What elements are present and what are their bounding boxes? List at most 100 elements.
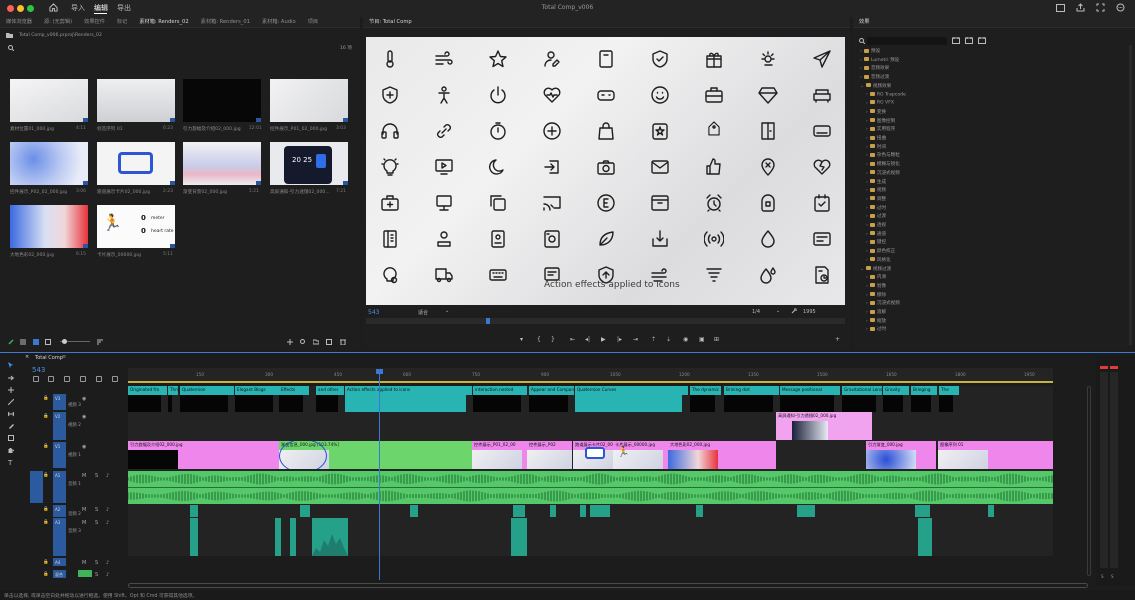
tab-5[interactable]: 素材箱: Renders_01	[195, 17, 256, 27]
a2-audio-clip[interactable]	[915, 505, 930, 517]
effect-item-9[interactable]: › 实用程序	[866, 126, 895, 132]
effect-item-18[interactable]: › 过时	[866, 205, 886, 211]
lock-icon[interactable]: 🔒	[43, 572, 49, 577]
v1-image-clip[interactable]: 引力旋幅及介绍02_000.jpg	[128, 441, 279, 469]
chevron-right-icon[interactable]: ›	[866, 127, 868, 132]
effect-item-2[interactable]: › 音频效果	[860, 65, 889, 71]
home-icon[interactable]	[49, 3, 58, 12]
icon-view-icon[interactable]	[33, 339, 39, 345]
thumbnail-6[interactable]	[183, 142, 261, 185]
tab-7[interactable]: 项目	[302, 17, 324, 27]
lock-icon[interactable]: 🔒	[43, 444, 49, 449]
in-point-icon[interactable]: {	[537, 336, 541, 343]
type-tool-icon[interactable]: T	[8, 459, 14, 467]
text-clip[interactable]: Effects	[279, 386, 309, 395]
chevron-right-icon[interactable]: ›	[866, 171, 868, 176]
effect-item-16[interactable]: › 视频	[866, 187, 886, 193]
effect-item-15[interactable]: › 生成	[866, 179, 886, 185]
effect-item-25[interactable]: ⌄ 视频过渡	[860, 266, 891, 272]
v1-image-clip[interactable]: 大地色彩02_000.jpg	[668, 441, 776, 469]
timeline-menu-icon[interactable]: ≡	[62, 354, 66, 360]
a2-audio-clip[interactable]	[580, 505, 586, 517]
effect-item-26[interactable]: › 内滑	[866, 274, 886, 280]
effect-item-30[interactable]: › 溶解	[866, 309, 886, 315]
chevron-right-icon[interactable]: ›	[866, 136, 868, 141]
tab-2[interactable]: 效果控件	[78, 17, 111, 27]
effect-item-31[interactable]: › 缩放	[866, 318, 886, 324]
thumbnail-8[interactable]	[10, 205, 88, 248]
thumbnail-2[interactable]	[183, 79, 261, 122]
close-window-button[interactable]	[7, 5, 14, 12]
mute-button[interactable]: M	[82, 507, 86, 513]
chevron-right-icon[interactable]: ›	[866, 214, 868, 219]
solo-button[interactable]: S	[95, 572, 98, 578]
thumbnail-0[interactable]	[10, 79, 88, 122]
chevron-right-icon[interactable]: ›	[866, 223, 868, 228]
freeform-view-icon[interactable]	[45, 339, 51, 345]
text-clip[interactable]: Quaternion	[180, 386, 234, 395]
sort-icon[interactable]	[97, 339, 103, 345]
new-bin-icon[interactable]	[313, 339, 319, 345]
mute-button[interactable]: M	[82, 560, 86, 566]
chevron-right-icon[interactable]: ›	[866, 284, 868, 289]
v1-image-clip[interactable]: 引力渐变_000.jpg	[866, 441, 936, 469]
yuv-filter-icon[interactable]	[978, 37, 986, 44]
mic-icon[interactable]: ♪	[106, 572, 109, 578]
new-item-icon[interactable]	[326, 339, 332, 345]
a3-audio-clip[interactable]	[290, 518, 296, 556]
go-in-icon[interactable]: ⇤	[570, 336, 575, 343]
effect-item-24[interactable]: › 风格化	[866, 257, 891, 263]
lock-icon[interactable]: 🔒	[43, 414, 49, 419]
resolution-chevron-icon[interactable]: ⌄	[776, 308, 780, 314]
source-patch-a1[interactable]	[30, 471, 43, 503]
snap-icon[interactable]	[33, 376, 39, 382]
effect-item-11[interactable]: › 时间	[866, 144, 886, 150]
chevron-right-icon[interactable]: ›	[866, 153, 868, 158]
step-fwd-icon[interactable]: |▸	[617, 336, 622, 343]
chevron-right-icon[interactable]: ›	[866, 319, 868, 324]
a2-audio-clip[interactable]	[696, 505, 703, 517]
text-clip[interactable]: The dynamic	[690, 386, 721, 395]
out-point-icon[interactable]: }	[551, 336, 555, 343]
razor-tool-icon[interactable]	[8, 399, 14, 405]
solo-button[interactable]: S	[95, 507, 98, 513]
effects-search-icon[interactable]	[859, 38, 865, 44]
share-icon[interactable]	[1076, 3, 1085, 12]
wrench-icon[interactable]	[791, 308, 797, 314]
timeline-close-icon[interactable]: ×	[25, 354, 29, 360]
tab-3[interactable]: 标记	[111, 17, 133, 27]
a2-audio-clip[interactable]	[550, 505, 556, 517]
chevron-right-icon[interactable]: ›	[866, 327, 868, 332]
solo-button[interactable]: S	[95, 473, 98, 479]
timeline-h-scrollbar[interactable]	[128, 583, 1088, 588]
mic-icon[interactable]: ♪	[106, 507, 109, 513]
effect-item-17[interactable]: › 调整	[866, 196, 886, 202]
compare-icon[interactable]: ▣	[699, 336, 705, 343]
eye-icon[interactable]: ◉	[82, 396, 86, 402]
text-clip[interactable]: Originated fro	[128, 386, 167, 395]
search-icon[interactable]	[8, 45, 14, 51]
effect-item-6[interactable]: › RG VFX	[866, 100, 894, 106]
chevron-right-icon[interactable]: ›	[866, 110, 868, 115]
tab-effects[interactable]: 效果	[853, 17, 875, 27]
find-icon[interactable]	[300, 339, 306, 345]
tab-0[interactable]: 媒体浏览器	[0, 17, 38, 27]
rectangle-tool-icon[interactable]	[8, 435, 14, 441]
text-clip[interactable]: Elegant Blogs	[235, 386, 279, 395]
effects-search-input[interactable]	[867, 37, 947, 45]
lock-icon[interactable]: 🔒	[43, 520, 49, 525]
marker-icon[interactable]: ▾	[520, 336, 523, 343]
solo-button[interactable]: S	[95, 560, 98, 566]
effect-item-19[interactable]: › 过渡	[866, 213, 886, 219]
chevron-right-icon[interactable]: ›	[860, 75, 862, 80]
solo-button[interactable]: S	[95, 520, 98, 526]
automate-icon[interactable]	[287, 339, 293, 345]
thumbnail-5[interactable]	[97, 142, 175, 185]
eye-icon[interactable]: ◉	[82, 414, 86, 420]
text-clip[interactable]: Gravitational Lenses	[842, 386, 882, 395]
chevron-down-icon[interactable]: ⌄	[860, 267, 864, 272]
32bit-filter-icon[interactable]	[965, 37, 973, 44]
playhead-handle[interactable]	[376, 369, 383, 374]
effect-item-12[interactable]: › 杂色与颗粒	[866, 152, 900, 158]
hand-tool-icon[interactable]	[8, 447, 14, 453]
